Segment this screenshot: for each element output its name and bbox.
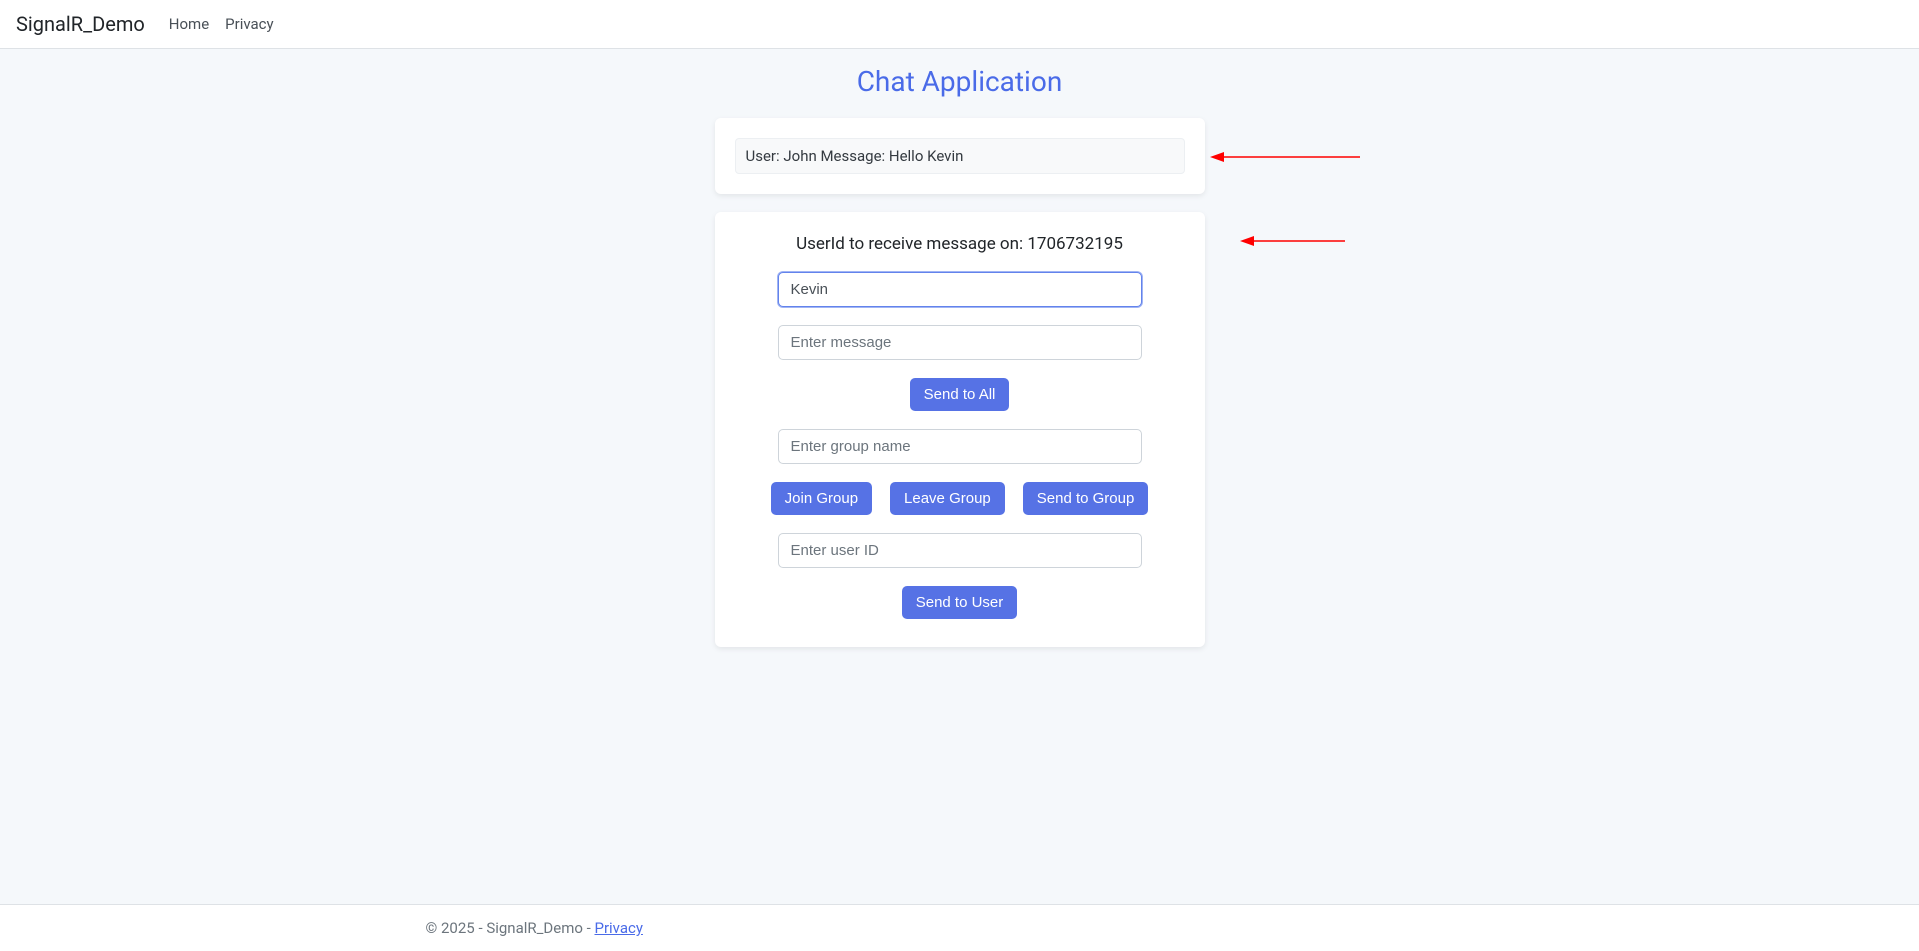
annotation-arrow-userid (1240, 234, 1345, 246)
username-input[interactable] (778, 272, 1142, 307)
user-id-input[interactable] (778, 533, 1142, 568)
message-item: User: John Message: Hello Kevin (735, 138, 1185, 174)
nav-link-home[interactable]: Home (161, 11, 217, 37)
footer: © 2025 - SignalR_Demo - Privacy (0, 904, 1919, 951)
send-to-all-button[interactable]: Send to All (910, 378, 1010, 411)
page-title: Chat Application (410, 65, 1510, 98)
leave-group-button[interactable]: Leave Group (890, 482, 1005, 515)
join-group-button[interactable]: Join Group (771, 482, 872, 515)
group-name-input[interactable] (778, 429, 1142, 464)
annotation-arrow-message (1210, 150, 1360, 162)
navbar: SignalR_Demo Home Privacy (0, 0, 1919, 49)
user-id-label: UserId to receive message on: 1706732195 (751, 234, 1169, 254)
messages-card: User: John Message: Hello Kevin (715, 118, 1205, 194)
navbar-brand[interactable]: SignalR_Demo (16, 8, 145, 40)
nav-link-privacy[interactable]: Privacy (217, 11, 281, 37)
send-to-group-button[interactable]: Send to Group (1023, 482, 1149, 515)
form-card: UserId to receive message on: 1706732195… (715, 212, 1205, 647)
message-input[interactable] (778, 325, 1142, 360)
footer-copyright: © 2025 - SignalR_Demo - (426, 919, 595, 937)
footer-privacy-link[interactable]: Privacy (594, 919, 642, 937)
main-container: Chat Application User: John Message: Hel… (410, 49, 1510, 725)
send-to-user-button[interactable]: Send to User (902, 586, 1018, 619)
